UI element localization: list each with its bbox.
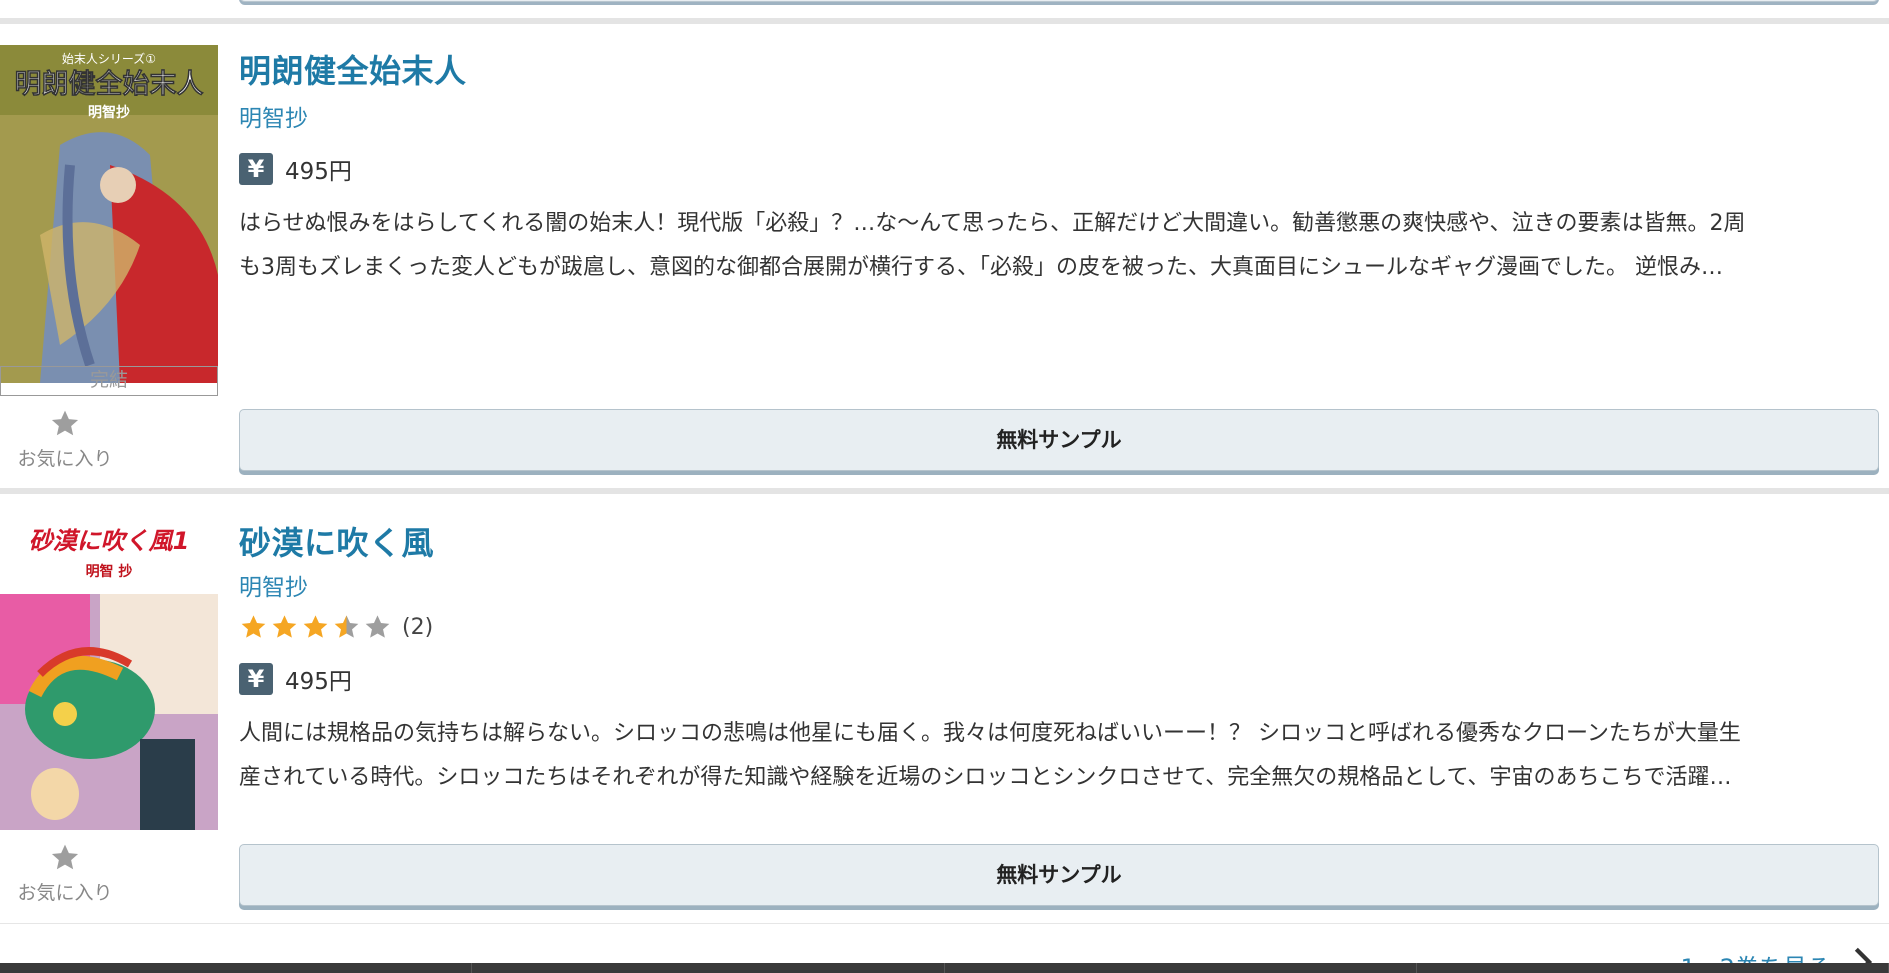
- price-row: ¥ 495円: [239, 662, 352, 696]
- cover-author-text: 明智抄: [88, 104, 130, 121]
- rating-star-icon: [365, 615, 390, 638]
- favorite-label: お気に入り: [17, 882, 113, 904]
- cover-series-label: 始末人シリーズ①: [62, 51, 156, 66]
- footer-segment[interactable]: [0, 963, 473, 973]
- book-item: 砂漠に吹く風1 明智 抄 お気に入り 砂漠に吹く風 明智抄 (2) ¥ 495円…: [0, 494, 1889, 924]
- book-description: 人間には規格品の気持ちは解らない。シロッコの悲鳴は他星にも届く。我々は何度死ねば…: [239, 712, 1879, 800]
- review-count[interactable]: (2): [402, 615, 433, 640]
- star-icon: [51, 410, 79, 436]
- book-title[interactable]: 砂漠に吹く風: [239, 518, 434, 564]
- rating-row: (2): [239, 613, 433, 642]
- favorite-button[interactable]: お気に入り: [10, 408, 120, 471]
- footer-segment[interactable]: [1417, 963, 1889, 973]
- footer-bar: [0, 963, 1889, 973]
- book-cover[interactable]: 砂漠に吹く風1 明智 抄: [0, 524, 218, 830]
- cover-title-text: 砂漠に吹く風1: [29, 527, 190, 555]
- rating-star-icon: [303, 615, 328, 638]
- previous-sample-button-edge[interactable]: [239, 0, 1879, 2]
- yen-icon: ¥: [239, 663, 273, 695]
- footer-segment[interactable]: [945, 963, 1417, 973]
- cover-author-text: 明智 抄: [86, 563, 133, 580]
- status-badge: 完結: [0, 366, 218, 396]
- yen-icon: ¥: [239, 153, 273, 185]
- description-line: はらせぬ恨みをはらしてくれる闇の始末人！現代版「必殺」？…な〜んて思ったら、正解…: [239, 211, 1746, 236]
- favorite-button[interactable]: お気に入り: [10, 842, 120, 905]
- book-title[interactable]: 明朗健全始末人: [239, 46, 467, 92]
- footer-segment[interactable]: [472, 963, 945, 973]
- price: 495円: [285, 669, 352, 695]
- price: 495円: [285, 159, 352, 185]
- bottom-divider: [0, 923, 1889, 924]
- favorite-label: お気に入り: [17, 448, 113, 470]
- star-icon: [51, 844, 79, 870]
- cover-title-text: 明朗健全始末人: [15, 68, 204, 100]
- rating-star-icon: [272, 615, 297, 638]
- book-author[interactable]: 明智抄: [239, 568, 308, 602]
- price-row: ¥ 495円: [239, 152, 352, 186]
- free-sample-button[interactable]: 無料サンプル: [239, 844, 1879, 906]
- book-item: 始末人シリーズ① 明朗健全始末人 明智抄 完結 お気に入り 明朗健全始末人 明智…: [0, 24, 1889, 489]
- description-line: 人間には規格品の気持ちは解らない。シロッコの悲鳴は他星にも届く。我々は何度死ねば…: [239, 721, 1741, 746]
- description-line: も3周もズレまくった変人どもが跋扈し、意図的な御都合展開が横行する、「必殺」の皮…: [239, 255, 1723, 280]
- free-sample-button[interactable]: 無料サンプル: [239, 409, 1879, 471]
- book-description: はらせぬ恨みをはらしてくれる闇の始末人！現代版「必殺」？…な〜んて思ったら、正解…: [239, 202, 1879, 290]
- book-cover[interactable]: 始末人シリーズ① 明朗健全始末人 明智抄: [0, 45, 218, 383]
- book-author[interactable]: 明智抄: [239, 99, 308, 133]
- rating-star-icon: [241, 615, 266, 638]
- rating-star-icon: [334, 615, 359, 638]
- description-line: 産されている時代。シロッコたちはそれぞれが得た知識や経験を近場のシロッコとシンク…: [239, 765, 1732, 790]
- star-rating: [239, 613, 394, 642]
